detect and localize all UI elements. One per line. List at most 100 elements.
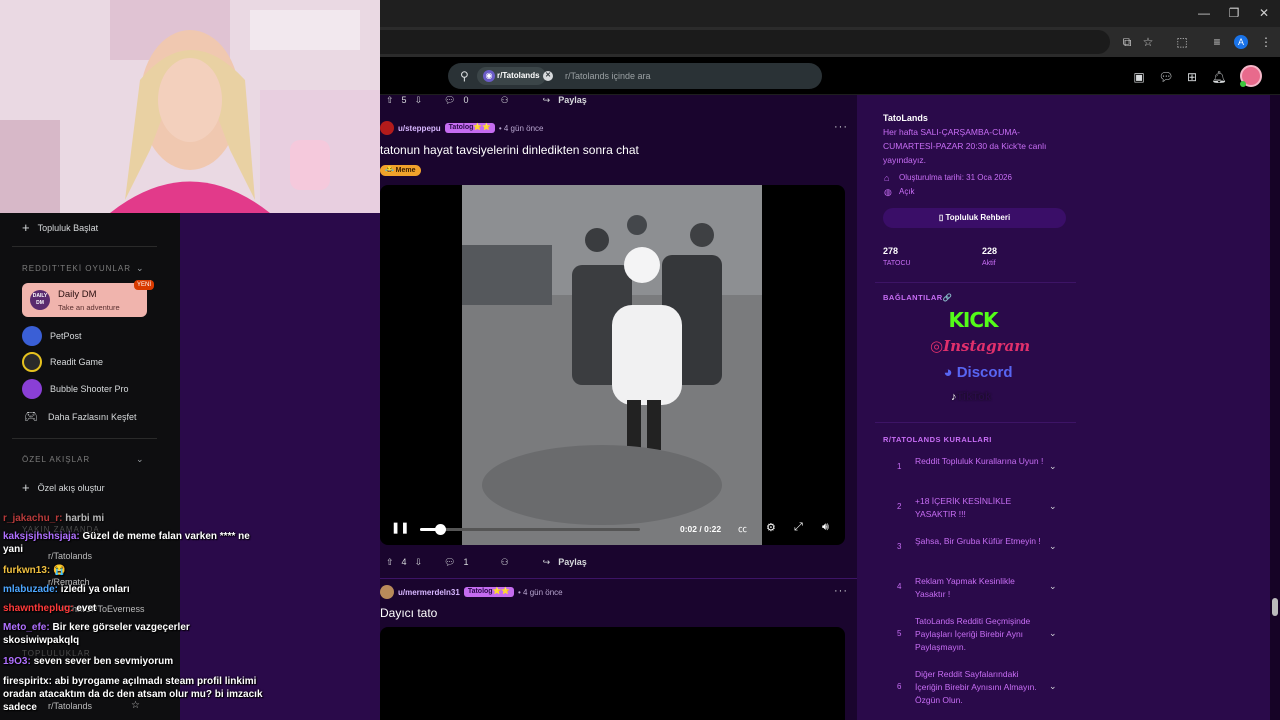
video-player[interactable]: ❚❚ 0:02 / 0:22 ㏄ ⚙ ⤢ 🔊︎	[380, 185, 845, 545]
upvote-icon[interactable]: ⇧	[386, 95, 394, 106]
downvote-icon[interactable]: ⇩	[415, 557, 423, 568]
chevron-down-icon[interactable]: ⌄	[136, 454, 144, 465]
close-icon[interactable]: ✕	[1257, 6, 1271, 20]
more-options-icon[interactable]: ···	[834, 121, 848, 133]
browser-menu-icon[interactable]: ⋮	[1258, 35, 1274, 49]
reading-list-icon[interactable]: ≡	[1209, 35, 1225, 49]
daily-dm-title: Daily DM	[58, 289, 97, 300]
create-post-icon[interactable]: ⊞	[1184, 69, 1200, 85]
share-button[interactable]: Paylaş	[558, 557, 587, 567]
downvote-icon[interactable]: ⇩	[415, 95, 423, 106]
game-label: Readit Game	[50, 357, 104, 367]
vote-count: 5	[401, 95, 407, 105]
rule-text[interactable]: Reddit Topluluk Kurallarına Uyun !	[915, 455, 1045, 468]
comment-icon[interactable]: 💬︎	[444, 95, 455, 106]
video-time: 0:02 / 0:22	[680, 524, 722, 534]
post-action-bar: ⇧ 5 ⇩ 💬︎ 0 ⚇ ↪ Paylaş	[386, 93, 587, 107]
create-custom-feed-button[interactable]: + Özel akış oluştur	[22, 480, 105, 495]
create-custom-feed-label: Özel akış oluştur	[37, 482, 105, 493]
rule-text[interactable]: TatoLands Redditi Geçmişinde Paylaşları …	[915, 615, 1045, 654]
minimize-icon[interactable]: —	[1197, 6, 1211, 20]
clear-chip-icon[interactable]: ✕	[543, 71, 553, 81]
advertise-icon[interactable]: ▣	[1131, 69, 1147, 85]
chevron-down-icon[interactable]: ⌄	[136, 263, 144, 274]
scrollbar-thumb[interactable]	[1272, 598, 1278, 616]
chevron-down-icon[interactable]: ⌄	[1049, 581, 1057, 592]
award-icon[interactable]: ⚇	[501, 95, 509, 106]
post-flair-tag[interactable]: 😂 Meme	[380, 165, 421, 176]
discord-link[interactable]: ◕ Discord	[923, 364, 1033, 381]
maximize-icon[interactable]: ❐	[1227, 6, 1241, 20]
chat-message: Meto_efe: Bir kere görseler vazgeçerler …	[3, 621, 203, 647]
install-app-icon[interactable]: ⧉	[1119, 35, 1135, 49]
game-readit[interactable]: Readit Game	[22, 352, 103, 372]
chat-message: 19O3: seven sever ben sevmiyorum	[3, 655, 173, 668]
post-divider	[380, 578, 857, 579]
bubble-shooter-icon	[22, 379, 42, 399]
community-description: Her hafta SALI-ÇARŞAMBA-CUMA-CUMARTESİ-P…	[883, 127, 1047, 165]
webcam-overlay	[0, 0, 380, 213]
tiktok-link[interactable]: ♪TikTok	[936, 391, 1006, 403]
bookmark-star-icon[interactable]: ☆	[1140, 35, 1156, 49]
video-scrubber[interactable]	[434, 524, 446, 535]
share-icon[interactable]: ↪	[543, 557, 551, 568]
chevron-down-icon[interactable]: ⌄	[1049, 501, 1057, 512]
video-player[interactable]	[380, 627, 845, 720]
start-community-button[interactable]: + Topluluk Başlat	[22, 220, 98, 235]
chat-icon[interactable]: 💬︎	[1158, 69, 1174, 85]
post-action-bar: ⇧ 4 ⇩ 💬︎ 1 ⚇ ↪ Paylaş	[386, 555, 587, 569]
chat-message: shawntheplug: evet	[3, 602, 96, 615]
rule-text[interactable]: +18 İÇERİK KESİNLİKLE YASAKTIR !!!	[915, 495, 1045, 521]
chevron-down-icon[interactable]: ⌄	[1049, 541, 1057, 552]
rule-text[interactable]: Şahsa, Bir Gruba Küfür Etmeyin !	[915, 535, 1045, 548]
share-button[interactable]: Paylaş	[558, 95, 587, 105]
fullscreen-icon[interactable]: ⤢	[794, 521, 803, 534]
chevron-down-icon[interactable]: ⌄	[1049, 461, 1057, 472]
community-name: TatoLands	[883, 113, 928, 123]
plus-icon: +	[22, 480, 30, 495]
game-bubble-shooter[interactable]: Bubble Shooter Pro	[22, 379, 129, 399]
chevron-down-icon[interactable]: ⌄	[1049, 628, 1057, 639]
scrollbar[interactable]	[1270, 95, 1280, 720]
instagram-link[interactable]: ◎Instagram	[930, 337, 1030, 355]
chat-message: furkwn13: 😭	[3, 564, 65, 577]
video-progress-track[interactable]	[420, 524, 640, 535]
chat-username: r_jakachu_r:	[3, 513, 63, 524]
explore-more-button[interactable]: 🎮︎ Daha Fazlasını Keşfet	[22, 410, 137, 423]
game-petpost[interactable]: PetPost	[22, 326, 82, 346]
rule-number: 1	[897, 462, 902, 471]
volume-icon[interactable]: 🔊︎	[822, 521, 829, 534]
comment-count: 1	[463, 557, 469, 567]
rule-text[interactable]: Diğer Reddit Sayfalarındaki İçeriğin Bir…	[915, 668, 1045, 707]
rule-text[interactable]: Reklam Yapmak Kesinlikle Yasaktır !	[915, 575, 1045, 601]
custom-feeds-title[interactable]: ÖZEL AKIŞLAR	[22, 455, 90, 464]
chat-username: 19O3:	[3, 656, 31, 667]
post-title[interactable]: tatonun hayat tavsiyelerini dinledikten …	[380, 143, 639, 157]
created-date: Oluşturulma tarihi: 31 Oca 2026	[899, 173, 1012, 182]
extensions-icon[interactable]: ⬚	[1174, 35, 1190, 49]
settings-gear-icon[interactable]: ⚙	[766, 521, 776, 534]
cake-icon: ⌂	[884, 173, 890, 183]
pause-icon[interactable]: ❚❚	[391, 521, 409, 534]
game-label: PetPost	[50, 331, 82, 341]
share-icon[interactable]: ↪	[543, 95, 551, 106]
post-author[interactable]: u/mermerdeln31	[398, 588, 460, 597]
kick-link[interactable]: KICK	[930, 308, 1016, 332]
notifications-icon[interactable]: 🔔︎	[1211, 69, 1227, 85]
post-title[interactable]: Dayıcı tato	[380, 606, 437, 620]
comment-icon[interactable]: 💬︎	[444, 557, 455, 568]
award-icon[interactable]: ⚇	[501, 557, 509, 568]
chat-username: kaksjsjhshsjaja:	[3, 531, 80, 542]
address-bar[interactable]	[380, 30, 1110, 54]
community-guide-button[interactable]: ▯ Topluluk Rehberi	[883, 208, 1066, 228]
profile-avatar[interactable]: A	[1234, 35, 1248, 49]
upvote-icon[interactable]: ⇧	[386, 557, 394, 568]
chevron-down-icon[interactable]: ⌄	[1049, 681, 1057, 692]
post-author[interactable]: u/steppepu	[398, 124, 441, 133]
more-options-icon[interactable]: ···	[834, 585, 848, 597]
captions-icon[interactable]: ㏄	[738, 522, 747, 535]
visibility-label: Açık	[899, 187, 915, 196]
sidebar-divider	[875, 422, 1076, 423]
plus-icon: +	[22, 220, 30, 235]
games-section-title[interactable]: REDDIT'TEKİ OYUNLAR	[22, 264, 131, 273]
